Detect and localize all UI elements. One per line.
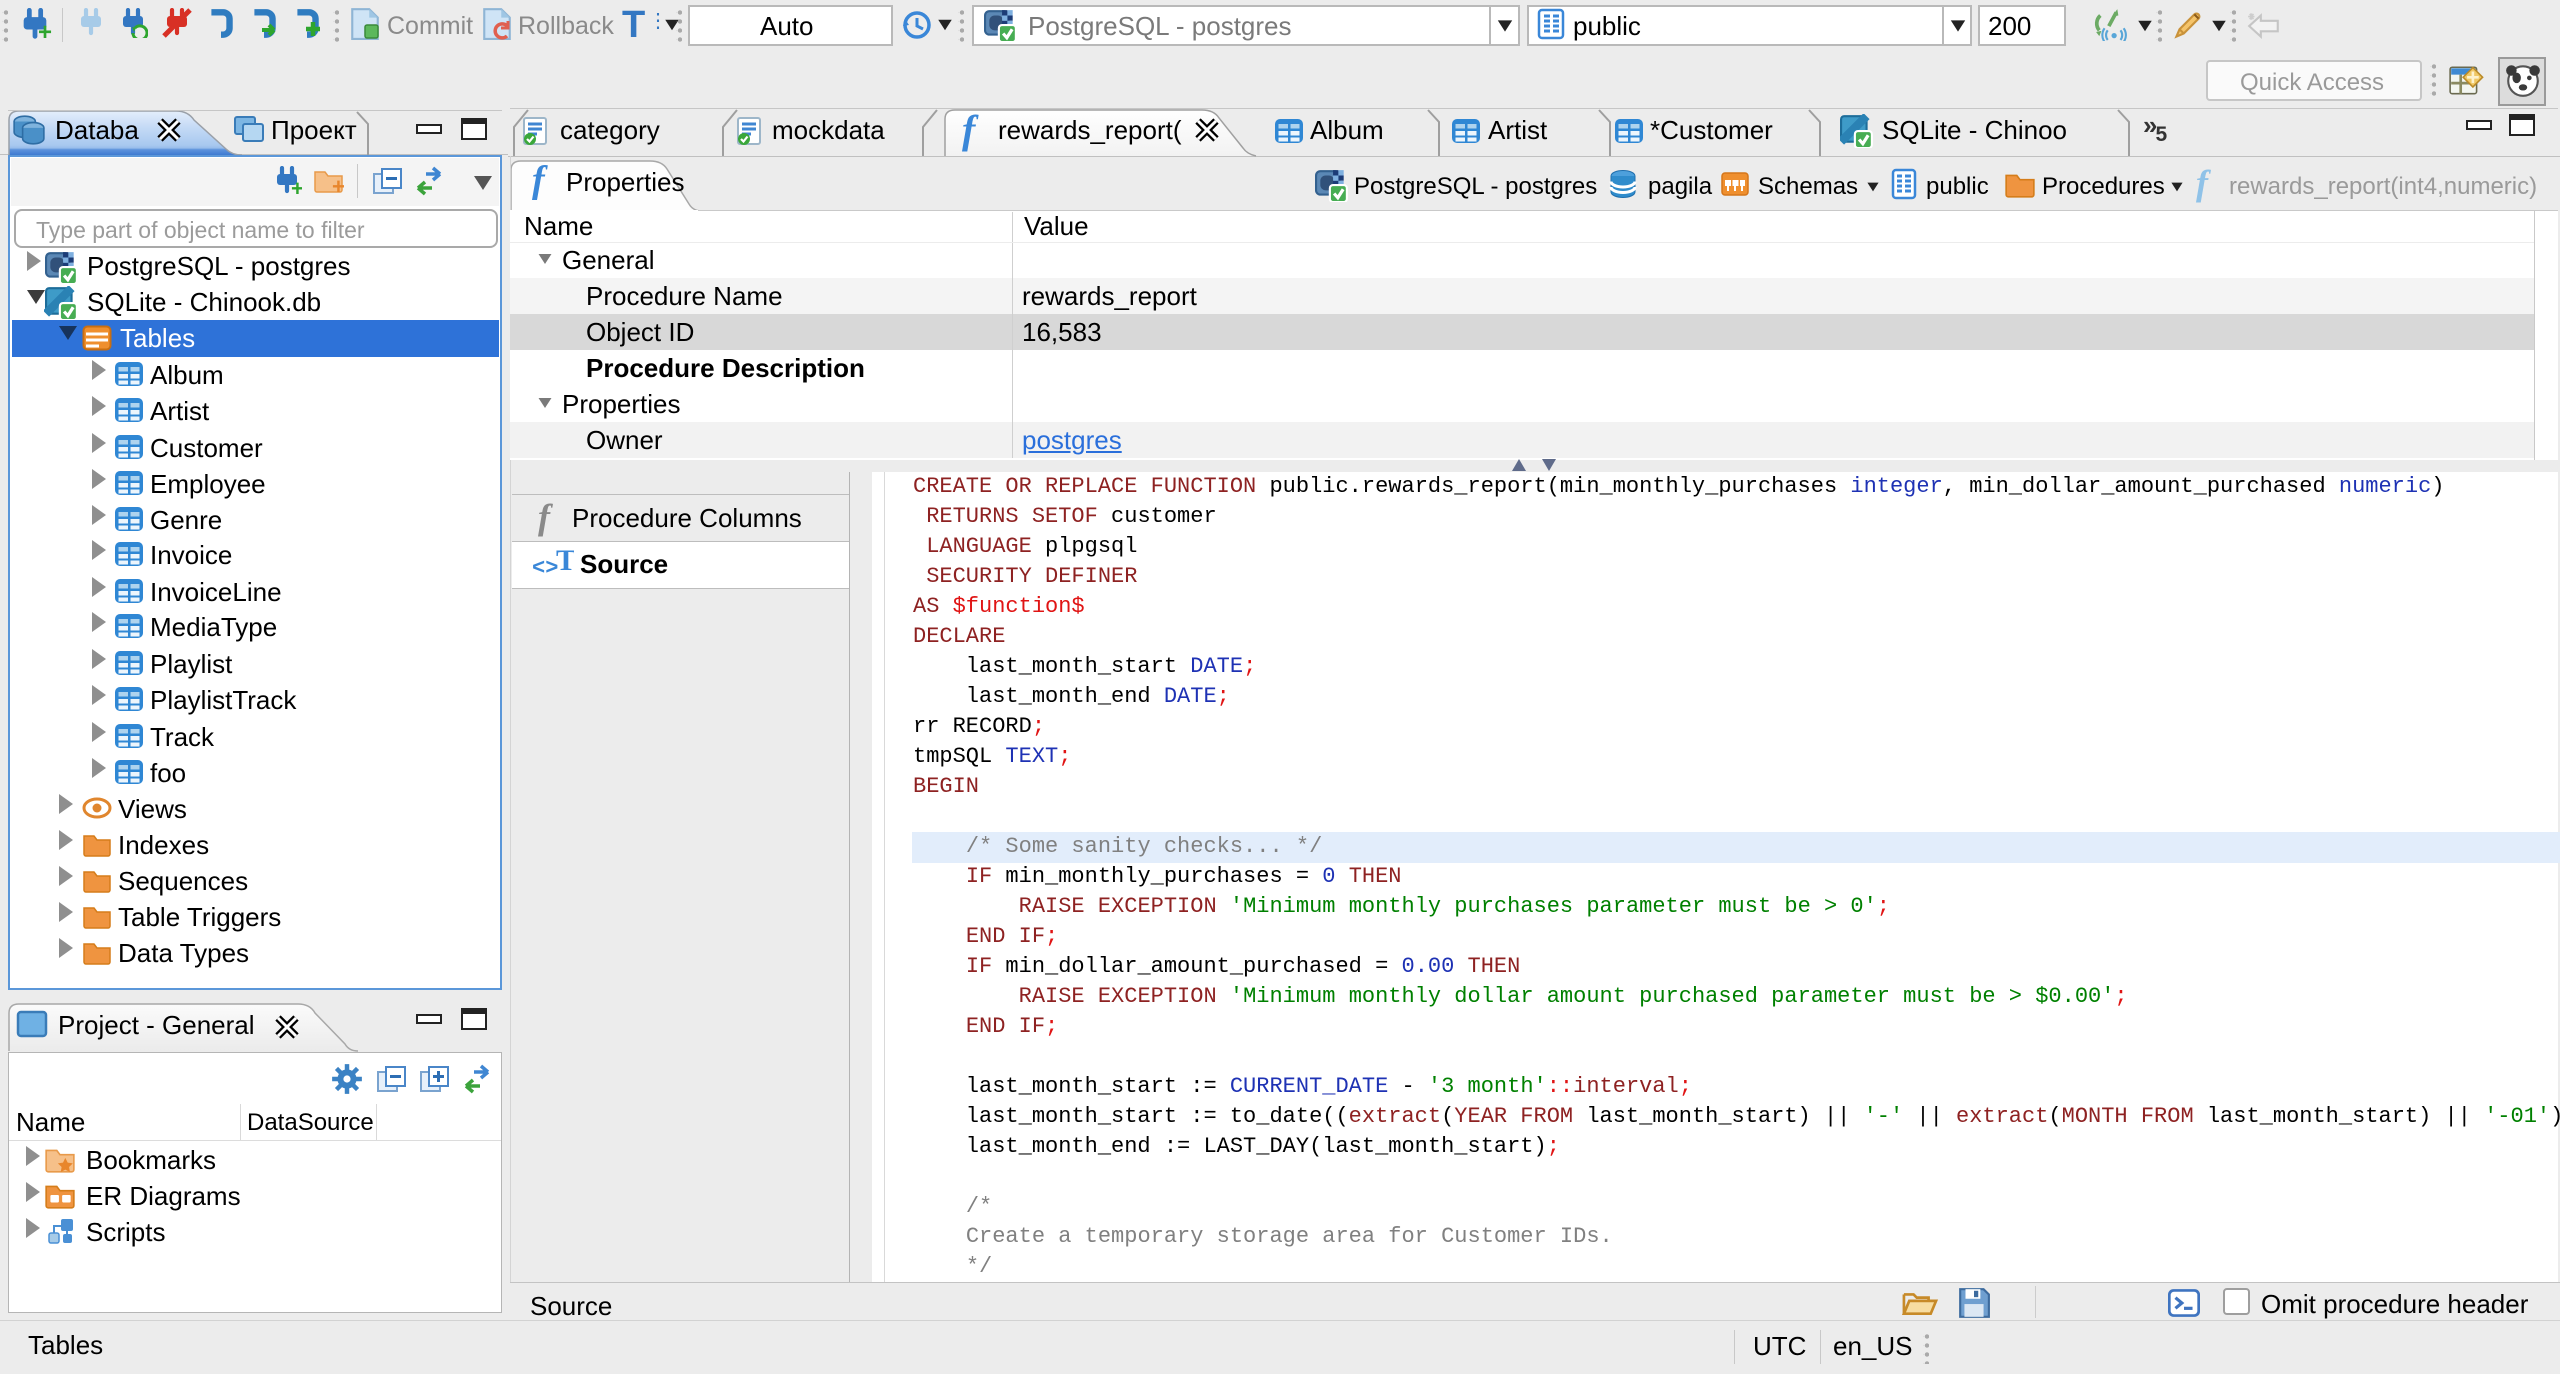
svg-text:+: +: [38, 19, 52, 42]
svg-text:T: T: [556, 544, 574, 577]
svg-text:+: +: [291, 176, 302, 196]
svg-text:+: +: [332, 174, 345, 196]
svg-text:<>: <>: [532, 556, 558, 581]
